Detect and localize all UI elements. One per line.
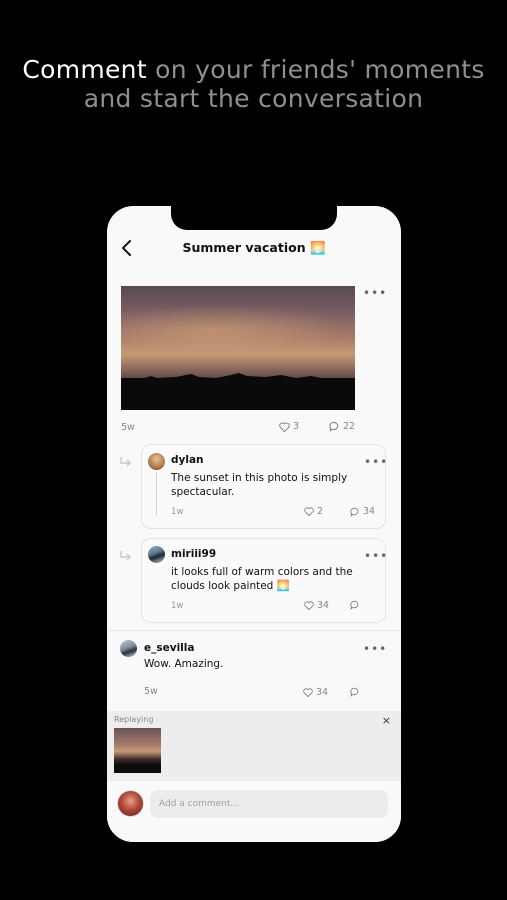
- photo-ground: [121, 378, 355, 410]
- phone-notch: [171, 206, 337, 230]
- comment-reply-count: 34: [363, 506, 376, 517]
- thread-line: [156, 472, 157, 516]
- comment-bubble-icon: [350, 507, 359, 517]
- reply-panel: Replaying ×: [107, 711, 401, 781]
- comment-text: Wow. Amazing.: [144, 658, 224, 670]
- comment-like-count: 2: [317, 506, 324, 517]
- post-comment-count: 22: [343, 421, 356, 432]
- photo-sky: [121, 304, 355, 350]
- comment-age: 5w: [144, 686, 158, 697]
- comment-more-icon[interactable]: •••: [363, 643, 387, 655]
- comment-card: miriii99 it looks full of warm colors an…: [141, 538, 388, 623]
- comment-bubble-icon: [350, 687, 359, 697]
- headline-strong: Comment: [22, 55, 147, 84]
- heart-icon: [304, 507, 314, 516]
- comment-like-button[interactable]: 2: [304, 506, 323, 517]
- comment-username[interactable]: miriii99: [171, 548, 216, 560]
- comment-card: dylan The sunset in this photo is simply…: [141, 444, 388, 529]
- comment-reply-button[interactable]: [350, 600, 360, 610]
- comment-age: 1w: [171, 507, 184, 517]
- comment-like-count: 34: [317, 600, 330, 611]
- comment-bubble-icon: [350, 600, 359, 610]
- comment-reply-button[interactable]: 34: [350, 506, 375, 517]
- comment-username[interactable]: e_sevilla: [144, 642, 194, 654]
- reply-label: Replaying: [114, 715, 154, 724]
- comment-text: The sunset in this photo is simply spect…: [171, 472, 348, 498]
- reply-photo-thumbnail: [114, 728, 161, 773]
- divider: [107, 630, 401, 631]
- comment-age: 1w: [171, 601, 184, 611]
- comment-age-text: 5w: [144, 686, 158, 697]
- avatar[interactable]: [148, 453, 165, 470]
- post-age-text: 5w: [121, 422, 135, 433]
- post-comment-button[interactable]: 22: [329, 421, 355, 432]
- comment-like-button[interactable]: 34: [303, 687, 328, 698]
- comment-input[interactable]: [150, 790, 388, 818]
- phone-frame: Summer vacation 🌅 ••• 5w 3 22 dylan The …: [107, 206, 401, 842]
- post-like-count: 3: [293, 421, 300, 432]
- reply-arrow-icon: [120, 551, 131, 561]
- comment-like-button[interactable]: 34: [304, 600, 329, 611]
- heart-icon: [303, 688, 313, 697]
- comment-composer: [107, 781, 401, 842]
- post-photo[interactable]: [121, 286, 355, 410]
- screen-title: Summer vacation 🌅: [182, 240, 326, 255]
- avatar[interactable]: [120, 640, 137, 657]
- comment-bubble-icon: [329, 421, 339, 432]
- close-icon[interactable]: ×: [382, 714, 391, 727]
- post-more-icon[interactable]: •••: [363, 287, 387, 299]
- comment-like-count: 34: [316, 687, 329, 698]
- top-bar: Summer vacation 🌅: [107, 236, 401, 262]
- comment-reply-button[interactable]: [350, 687, 360, 697]
- headline: Comment on your friends' moments and sta…: [0, 55, 507, 113]
- post-like-button[interactable]: 3: [279, 421, 299, 432]
- heart-icon: [304, 601, 314, 610]
- avatar: [117, 790, 144, 817]
- comment-more-icon[interactable]: •••: [364, 456, 388, 468]
- heart-icon: [279, 421, 290, 432]
- comment-more-icon[interactable]: •••: [364, 550, 388, 562]
- post-age: 5w: [121, 422, 135, 433]
- comment-text: it looks full of warm colors and the clo…: [171, 566, 353, 592]
- reply-arrow-icon: [120, 457, 131, 467]
- avatar[interactable]: [148, 546, 165, 563]
- comment-username[interactable]: dylan: [171, 454, 204, 466]
